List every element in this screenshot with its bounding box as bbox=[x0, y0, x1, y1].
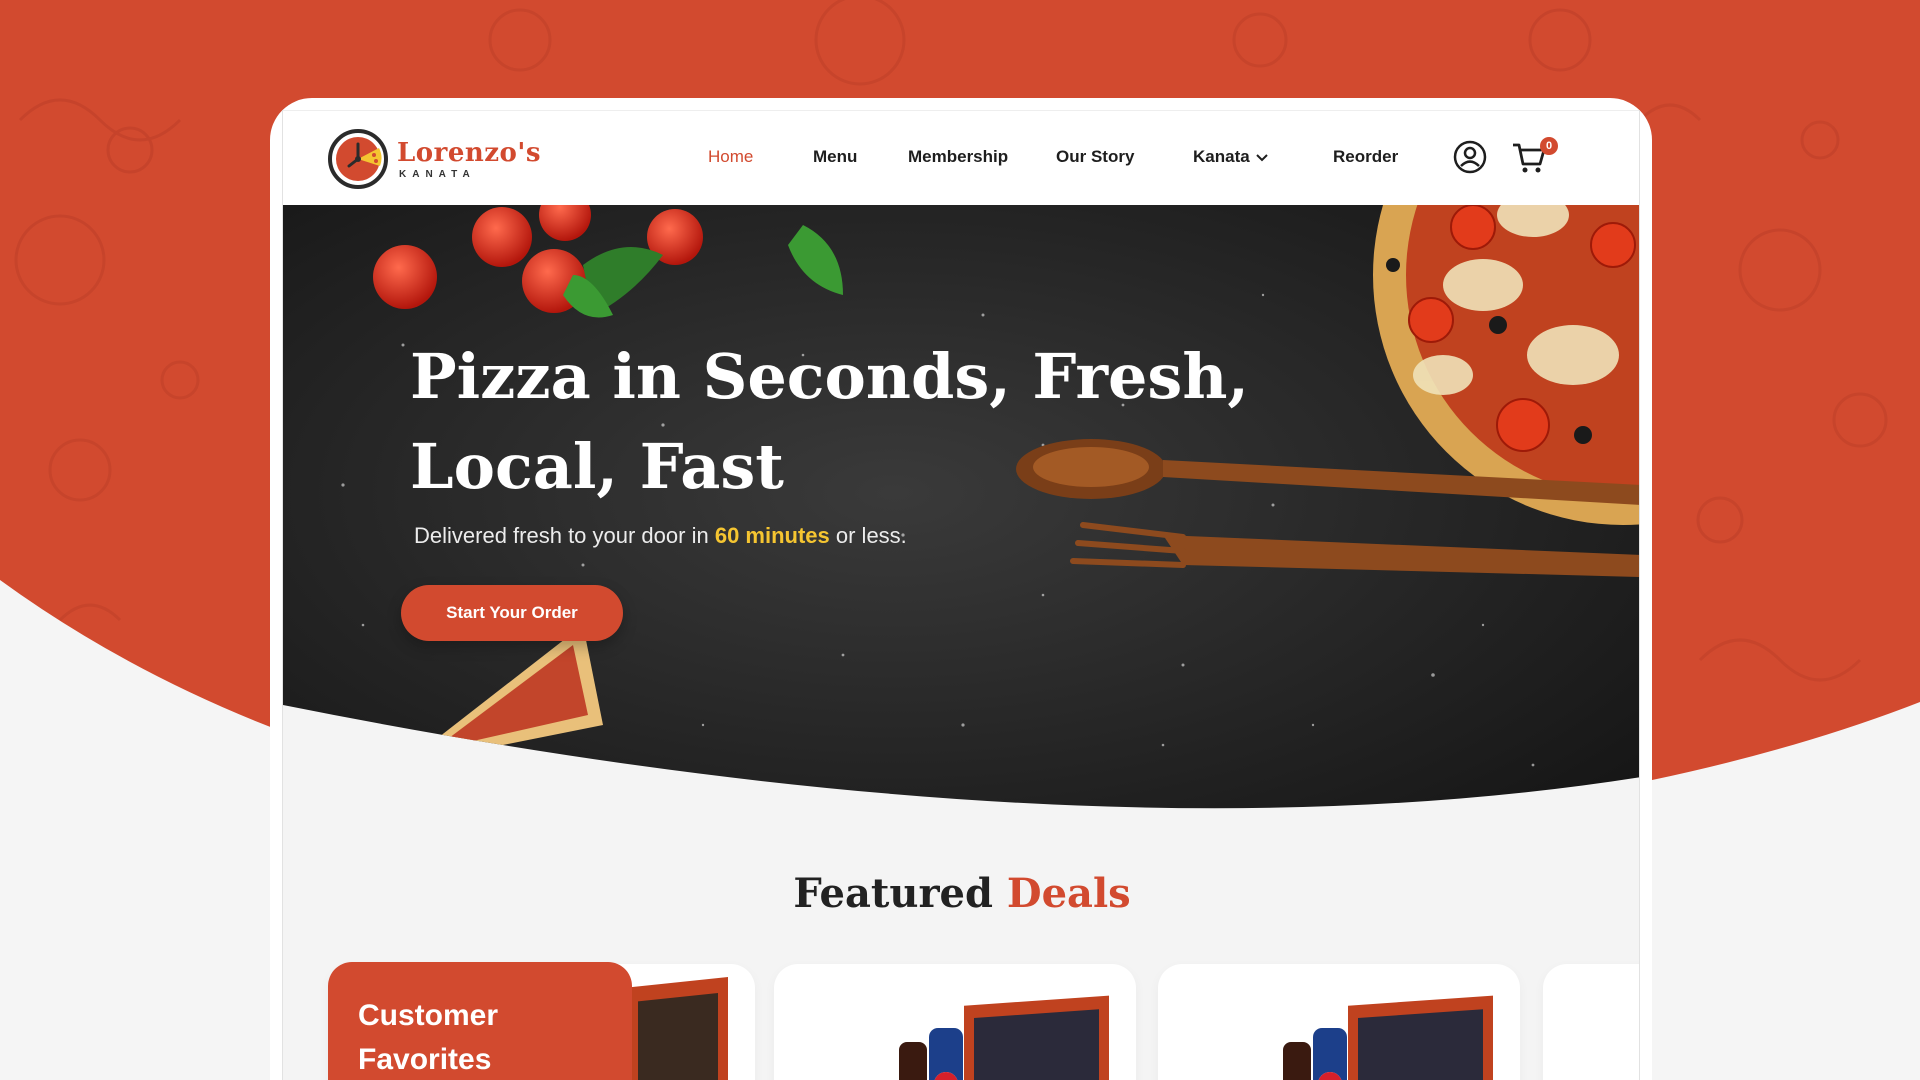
brand-location: KANATA bbox=[399, 168, 476, 180]
brand-logo[interactable]: Lorenzo's KANATA bbox=[327, 128, 541, 190]
site-frame: Lorenzo's KANATA Home Menu Membership Ou… bbox=[270, 98, 1652, 1080]
pizza-clock-logo-icon bbox=[328, 129, 388, 189]
featured-deals-heading: Featured Deals bbox=[283, 870, 1639, 917]
deal-card[interactable] bbox=[1158, 964, 1520, 1080]
nav-location-label: Kanata bbox=[1193, 147, 1250, 166]
nav-location-dropdown[interactable]: Kanata bbox=[1193, 147, 1268, 167]
featured-title-accent: Deals bbox=[1006, 870, 1131, 917]
chevron-down-icon bbox=[1255, 153, 1268, 161]
deal-product-image bbox=[1283, 995, 1493, 1080]
hero-title: Pizza in Seconds, Fresh, Local, Fast bbox=[410, 340, 1249, 503]
user-circle-icon bbox=[1453, 140, 1487, 174]
nav-membership[interactable]: Membership bbox=[908, 147, 1008, 167]
nav-our-story[interactable]: Our Story bbox=[1056, 147, 1134, 167]
nav-menu[interactable]: Menu bbox=[813, 147, 857, 167]
deal-product-image bbox=[899, 995, 1109, 1080]
cart-button[interactable]: 0 bbox=[1510, 137, 1558, 179]
hero-subtitle: Delivered fresh to your door in 60 minut… bbox=[414, 523, 907, 549]
start-order-button[interactable]: Start Your Order bbox=[401, 585, 623, 641]
cart-count-badge: 0 bbox=[1540, 137, 1558, 155]
nav-home[interactable]: Home bbox=[708, 147, 753, 167]
site-viewport: Lorenzo's KANATA Home Menu Membership Ou… bbox=[282, 110, 1640, 1080]
delivery-time-highlight: 60 minutes bbox=[714, 523, 830, 548]
hero-subtitle-text: Delivered fresh to your door in bbox=[414, 523, 715, 548]
deal-card[interactable] bbox=[1543, 964, 1639, 1080]
featured-title-plain: Featured bbox=[793, 870, 1007, 917]
hero-subtitle-end: or less. bbox=[829, 523, 907, 548]
nav-reorder[interactable]: Reorder bbox=[1333, 147, 1398, 167]
customer-favorites-card[interactable]: Customer Favorites bbox=[328, 962, 632, 1080]
deal-card[interactable] bbox=[774, 964, 1136, 1080]
brand-name: Lorenzo's bbox=[397, 137, 541, 168]
hero-banner: Pizza in Seconds, Fresh, Local, Fast Del… bbox=[283, 205, 1639, 845]
account-button[interactable] bbox=[1452, 139, 1492, 179]
site-header: Lorenzo's KANATA Home Menu Membership Ou… bbox=[283, 110, 1639, 205]
